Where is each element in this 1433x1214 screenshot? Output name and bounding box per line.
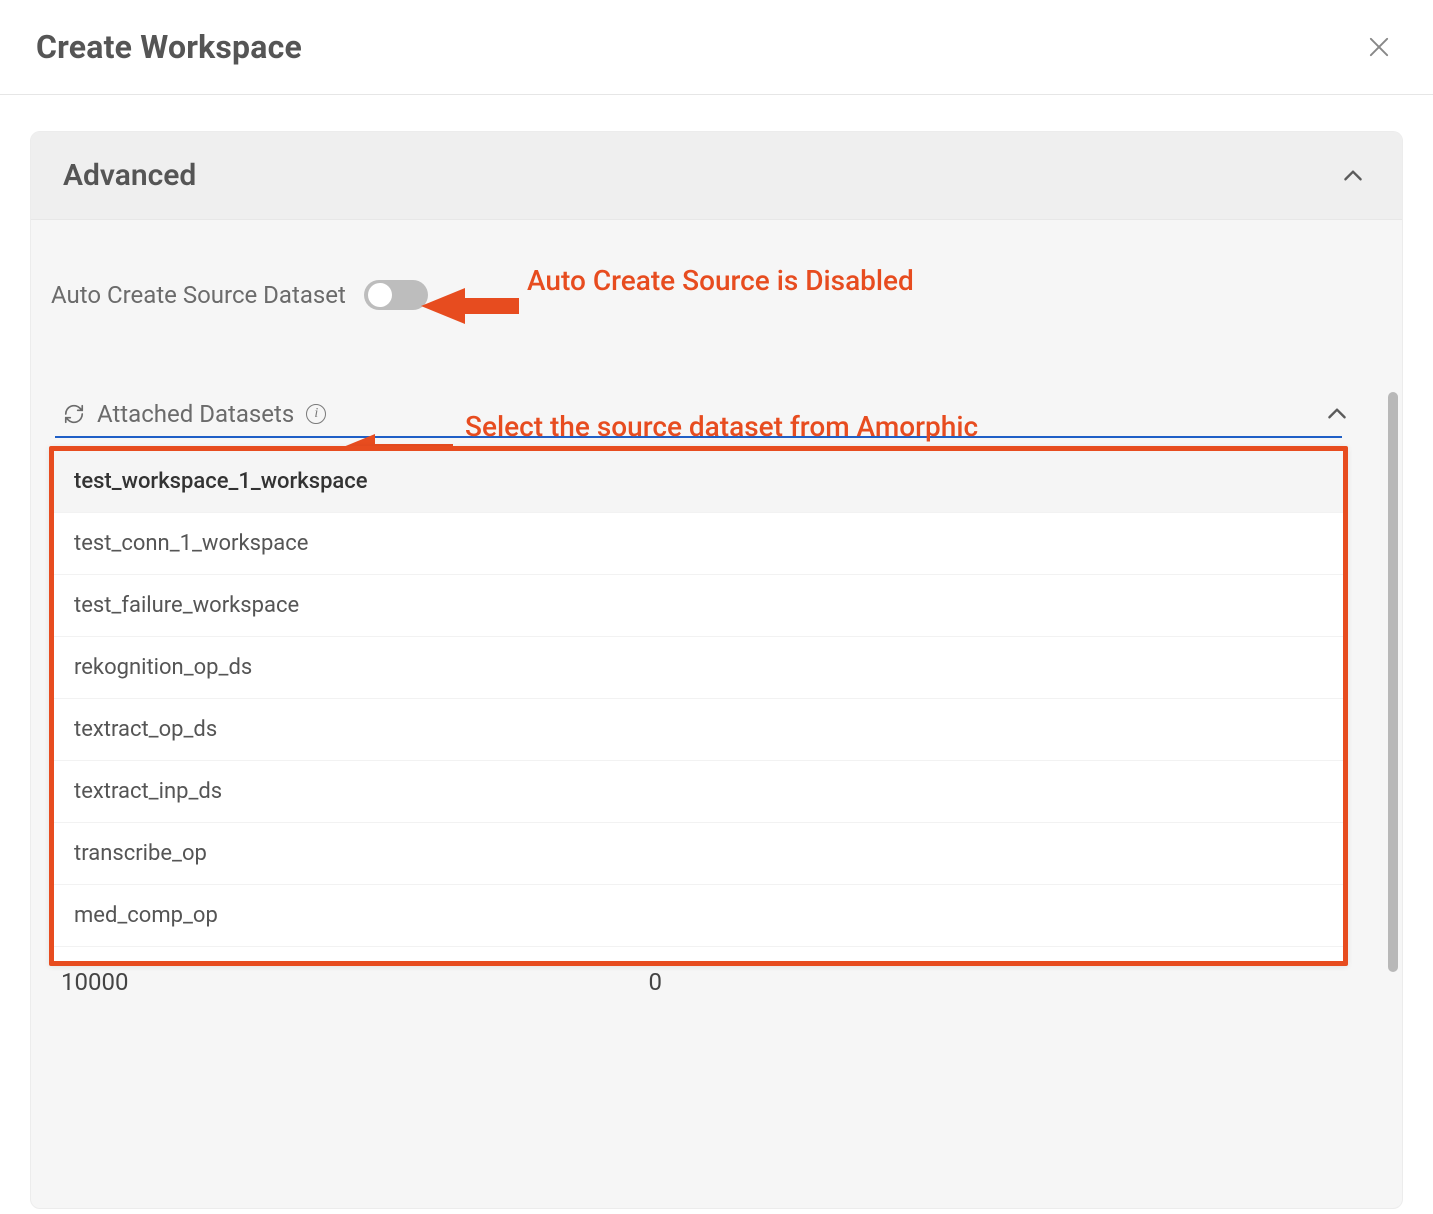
dropdown-option[interactable]: rekognition_op_ds: [54, 637, 1343, 699]
footer-value-right: 0: [648, 968, 662, 996]
close-icon[interactable]: [1365, 33, 1393, 61]
attached-datasets-header[interactable]: Attached Datasets i: [41, 400, 1356, 436]
dropdown-option[interactable]: med_comp_op: [54, 885, 1343, 947]
dropdown-list[interactable]: test_workspace_1_workspace test_conn_1_w…: [54, 451, 1343, 961]
modal-title: Create Workspace: [36, 28, 302, 66]
advanced-section-title: Advanced: [63, 158, 196, 193]
advanced-section: Advanced Auto Create Source Dataset: [30, 131, 1403, 1209]
footer-values: 10000 0: [41, 966, 1356, 996]
dropdown-option[interactable]: transcribe_op: [54, 823, 1343, 885]
footer-value-left: 10000: [61, 968, 128, 996]
attached-datasets-label: Attached Datasets: [97, 400, 294, 428]
chevron-up-icon: [1324, 401, 1350, 427]
create-workspace-modal: Create Workspace Advanced Auto Create So…: [0, 0, 1433, 1214]
dropdown-option[interactable]: test_conn_1_workspace: [54, 513, 1343, 575]
dropdown-option[interactable]: textract_inp_ds: [54, 761, 1343, 823]
advanced-section-header[interactable]: Advanced: [31, 132, 1402, 220]
toggle-knob: [368, 283, 392, 307]
modal-body: Advanced Auto Create Source Dataset: [0, 95, 1433, 1209]
scrollbar-thumb[interactable]: [1388, 392, 1398, 972]
dropdown-option[interactable]: textract_op_ds: [54, 699, 1343, 761]
auto-create-toggle[interactable]: [364, 280, 428, 310]
info-icon[interactable]: i: [306, 404, 326, 424]
attached-datasets-dropdown: test_workspace_1_workspace test_conn_1_w…: [49, 446, 1348, 966]
advanced-section-content: Auto Create Source Dataset Auto Create S…: [31, 220, 1402, 1016]
chevron-up-icon: [1340, 163, 1366, 189]
auto-create-label: Auto Create Source Dataset: [51, 281, 346, 309]
refresh-icon[interactable]: [63, 403, 85, 425]
modal-header: Create Workspace: [0, 0, 1433, 95]
attached-underline: [55, 436, 1342, 438]
dropdown-option[interactable]: test_workspace_1_workspace: [54, 451, 1343, 513]
attached-datasets-left: Attached Datasets i: [63, 400, 326, 428]
auto-create-row: Auto Create Source Dataset: [41, 280, 1356, 310]
dropdown-option[interactable]: test_failure_workspace: [54, 575, 1343, 637]
